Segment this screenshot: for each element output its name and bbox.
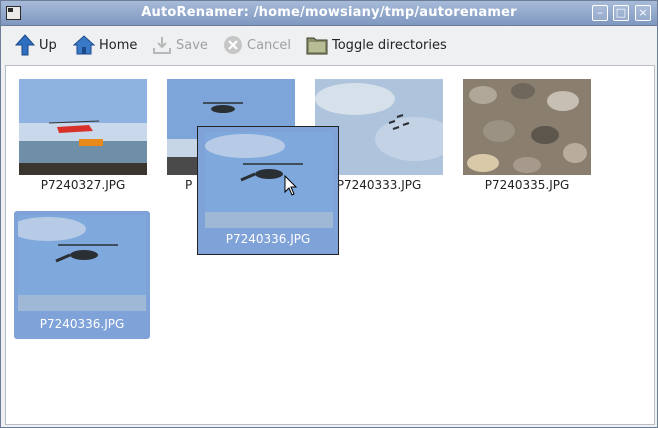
up-button[interactable]: Up [15,33,57,57]
thumbnail-image [205,132,333,228]
home-icon [73,35,95,55]
home-label: Home [99,37,138,53]
toggle-directories-button[interactable]: Toggle directories [306,33,447,57]
drag-preview: P7240336.JPG [197,126,339,255]
mouse-pointer-icon [284,175,298,196]
toolbar: Up Home Save Cancel Toggle directories [1,27,657,63]
app-window: AutoRenamer: /home/mowsiany/tmp/autorena… [0,0,658,428]
save-label: Save [176,37,208,53]
thumbnail-image [19,79,147,175]
save-icon [153,37,171,54]
maximize-button[interactable]: □ [613,5,629,21]
cancel-button[interactable]: Cancel [223,33,291,57]
file-item[interactable]: P7240327.JPG [15,75,151,195]
home-button[interactable]: Home [73,33,137,57]
window-menu-icon[interactable] [6,6,21,20]
cancel-icon [224,36,242,54]
file-name: P7240335.JPG [484,178,570,192]
title-bar[interactable]: AutoRenamer: /home/mowsiany/tmp/autorena… [1,1,657,26]
minimize-button[interactable]: – [592,5,608,21]
folder-icon [306,37,328,55]
window-title: AutoRenamer: /home/mowsiany/tmp/autorena… [141,5,517,20]
thumbnail-image [18,215,146,311]
arrow-up-icon [15,34,35,56]
file-item-selected[interactable]: P7240336.JPG [14,211,150,339]
cancel-label: Cancel [247,37,292,53]
file-name: P7240327.JPG [40,178,126,192]
drag-file-name: P7240336.JPG [225,232,311,246]
close-button[interactable]: × [635,5,651,21]
file-name: P7240336.JPG [39,317,125,331]
up-label: Up [39,37,57,53]
save-button[interactable]: Save [152,33,208,57]
toggle-directories-label: Toggle directories [332,37,447,53]
file-item[interactable]: P7240335.JPG [459,75,595,195]
thumbnail-image [463,79,591,175]
